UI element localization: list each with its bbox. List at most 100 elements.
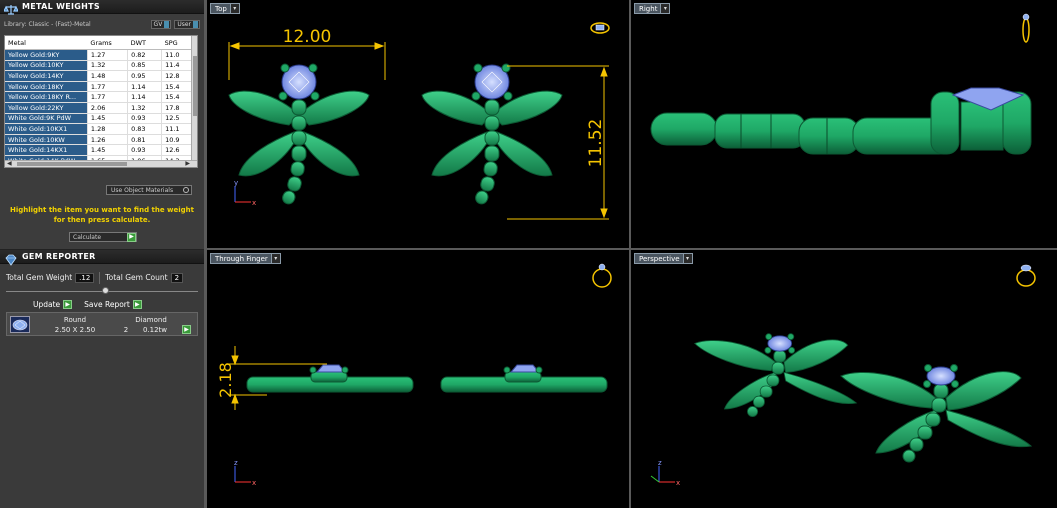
- viewport-label-text: Top: [215, 4, 227, 13]
- dropdown-arrow-icon: ▾: [682, 254, 692, 263]
- ring-top-icon[interactable]: [590, 22, 610, 34]
- table-row[interactable]: Yellow Gold:18KY R... 1.77 1.14 15.4: [5, 91, 193, 103]
- dwt-cell: 1.14: [127, 81, 163, 93]
- table-row[interactable]: Yellow Gold:18KY 1.77 1.14 15.4: [5, 81, 193, 93]
- total-gem-weight-label: Total Gem Weight: [6, 273, 73, 282]
- perspective-canvas: z x: [650, 264, 1036, 487]
- table-row[interactable]: White Gold:9K PdW 1.45 0.93 12.5: [5, 113, 193, 125]
- table-row[interactable]: White Gold:14KX1 1.45 0.93 12.6: [5, 144, 193, 156]
- perspective-model-back[interactable]: [694, 333, 857, 418]
- play-arrow-icon[interactable]: ▶: [182, 325, 191, 334]
- metal-weights-title: METAL WEIGHTS: [22, 2, 100, 11]
- user-toggle-label: User: [177, 20, 191, 28]
- spg-cell: 11.1: [161, 123, 193, 135]
- toggle-indicator-icon: [164, 20, 170, 28]
- axis-label-x: x: [676, 479, 680, 487]
- gem-material: Diamond: [135, 316, 167, 324]
- axis-triad: z x: [650, 459, 680, 487]
- viewport-label-text: Right: [639, 4, 658, 13]
- gem-reporter-panel: GEM REPORTER Total Gem Weight .12 Total …: [0, 249, 204, 508]
- instruction-text: Highlight the item you want to find the …: [10, 206, 194, 224]
- viewport-right[interactable]: Right ▾: [631, 0, 1057, 248]
- column-header-grams[interactable]: Grams: [87, 36, 128, 50]
- table-row[interactable]: Yellow Gold:10KY 1.32 0.85 11.4: [5, 60, 193, 72]
- gem-shape: Round: [63, 316, 87, 324]
- calculate-button[interactable]: Calculate ▶: [69, 232, 137, 242]
- thickness-dimension-value: 2.18: [216, 362, 235, 398]
- gv-toggle-label: GV: [153, 20, 163, 28]
- axis-label-x: x: [252, 479, 256, 487]
- perspective-model-front[interactable]: [840, 364, 1032, 463]
- finger-view-model-right[interactable]: [440, 364, 608, 393]
- table-row[interactable]: White Gold:10KX1 1.28 0.83 11.1: [5, 123, 193, 135]
- dwt-cell: 0.85: [127, 60, 163, 72]
- side-view-model[interactable]: [650, 87, 1032, 155]
- viewport-label-perspective[interactable]: Perspective ▾: [634, 253, 693, 264]
- dragonfly-model-right[interactable]: [421, 63, 563, 207]
- panel-divider-slider[interactable]: [6, 287, 198, 295]
- metal-cell: White Gold:14KX1: [5, 144, 88, 156]
- spg-cell: 10.9: [161, 134, 193, 146]
- finger-view-model-left[interactable]: [246, 364, 414, 393]
- slider-knob[interactable]: [102, 287, 109, 294]
- dwt-cell: 1.14: [127, 91, 163, 103]
- table-row[interactable]: Yellow Gold:14KY 1.48 0.95 12.8: [5, 70, 193, 82]
- column-header-dwt[interactable]: DWT: [127, 36, 162, 50]
- axis-label-y: y: [234, 179, 238, 187]
- column-header-metal[interactable]: Metal: [5, 36, 88, 50]
- use-object-materials-toggle[interactable]: Use Object Materials: [106, 185, 192, 195]
- grams-cell: 2.06: [87, 102, 129, 114]
- metal-cell: Yellow Gold:14KY: [5, 70, 88, 82]
- table-row[interactable]: Yellow Gold:22KY 2.06 1.32 17.8: [5, 102, 193, 114]
- ring-side-icon[interactable]: [1022, 13, 1030, 43]
- gem-reporter-header: GEM REPORTER: [0, 250, 204, 266]
- scrollbar-thumb[interactable]: [193, 56, 197, 116]
- table-row[interactable]: White Gold:10KW 1.26 0.81 10.9: [5, 134, 193, 146]
- library-label: Library: Classic - (Fast)-Metal: [4, 20, 91, 28]
- save-report-button[interactable]: Save Report ▶: [84, 300, 142, 309]
- play-arrow-icon: ▶: [63, 300, 73, 309]
- viewport-label-through-finger[interactable]: Through Finger ▾: [210, 253, 281, 264]
- table-header-row: Metal Grams DWT SPG: [5, 36, 193, 50]
- grams-cell: 1.77: [87, 91, 129, 103]
- spg-cell: 11.0: [161, 49, 193, 61]
- grams-cell: 1.32: [87, 60, 129, 72]
- total-gem-weight-value: .12: [75, 272, 95, 283]
- vertical-scrollbar[interactable]: [191, 36, 197, 161]
- use-object-materials-label: Use Object Materials: [111, 186, 174, 194]
- viewport-through-finger[interactable]: 2.18 z x Through Finger ▾: [207, 250, 629, 508]
- gv-toggle[interactable]: GV: [150, 19, 172, 29]
- save-report-label: Save Report: [84, 300, 130, 309]
- grams-cell: 1.28: [87, 123, 129, 135]
- dropdown-arrow-icon: ▾: [270, 254, 280, 263]
- dropdown-arrow-icon: ▾: [660, 4, 670, 13]
- viewport-top[interactable]: 12.00 11.52 y x Top ▾: [207, 0, 629, 248]
- metal-cell: Yellow Gold:18KY: [5, 81, 88, 93]
- scroll-right-icon[interactable]: ▶: [185, 161, 190, 167]
- grams-cell: 1.26: [87, 134, 129, 146]
- metal-cell: Yellow Gold:10KY: [5, 60, 88, 72]
- scrollbar-thumb[interactable]: [17, 162, 127, 166]
- metal-cell: Yellow Gold:9KY: [5, 49, 88, 61]
- column-header-spg[interactable]: SPG: [161, 36, 193, 50]
- ring-perspective-icon[interactable]: [1016, 264, 1036, 287]
- viewport-label-text: Through Finger: [215, 254, 268, 263]
- viewport-label-right[interactable]: Right ▾: [634, 3, 671, 14]
- horizontal-scrollbar[interactable]: ◀ ▶: [5, 160, 197, 167]
- dwt-cell: 0.95: [127, 70, 163, 82]
- axis-label-z: z: [234, 459, 238, 467]
- user-toggle[interactable]: User: [174, 19, 200, 29]
- update-button[interactable]: Update ▶: [33, 300, 73, 309]
- scroll-left-icon[interactable]: ◀: [7, 161, 12, 167]
- ring-finger-icon[interactable]: [592, 263, 612, 288]
- play-arrow-icon: ▶: [132, 300, 142, 309]
- grams-cell: 1.48: [87, 70, 129, 82]
- table-row[interactable]: Yellow Gold:9KY 1.27 0.82 11.0: [5, 49, 193, 61]
- metal-weights-header: METAL WEIGHTS: [0, 0, 204, 15]
- dragonfly-model-left[interactable]: [228, 63, 370, 207]
- viewport-label-top[interactable]: Top ▾: [210, 3, 240, 14]
- gem-list-item[interactable]: Round Diamond 2.50 X 2.50 2 0.12tw ▶: [6, 312, 198, 336]
- dwt-cell: 0.93: [127, 144, 163, 156]
- viewport-perspective[interactable]: z x Perspective ▾: [631, 250, 1057, 508]
- viewport-label-text: Perspective: [639, 254, 680, 263]
